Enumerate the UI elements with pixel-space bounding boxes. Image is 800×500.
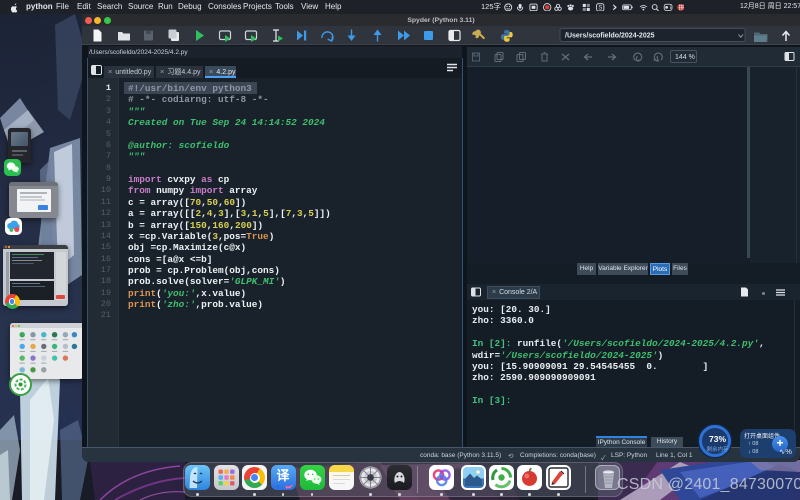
svg-text:S: S	[598, 5, 602, 11]
svg-text:144 %: 144 %	[675, 54, 695, 61]
svg-text:/Users/scofieldo/2024-2025: /Users/scofieldo/2024-2025	[565, 33, 655, 40]
svg-text:拼: 拼	[679, 3, 685, 11]
